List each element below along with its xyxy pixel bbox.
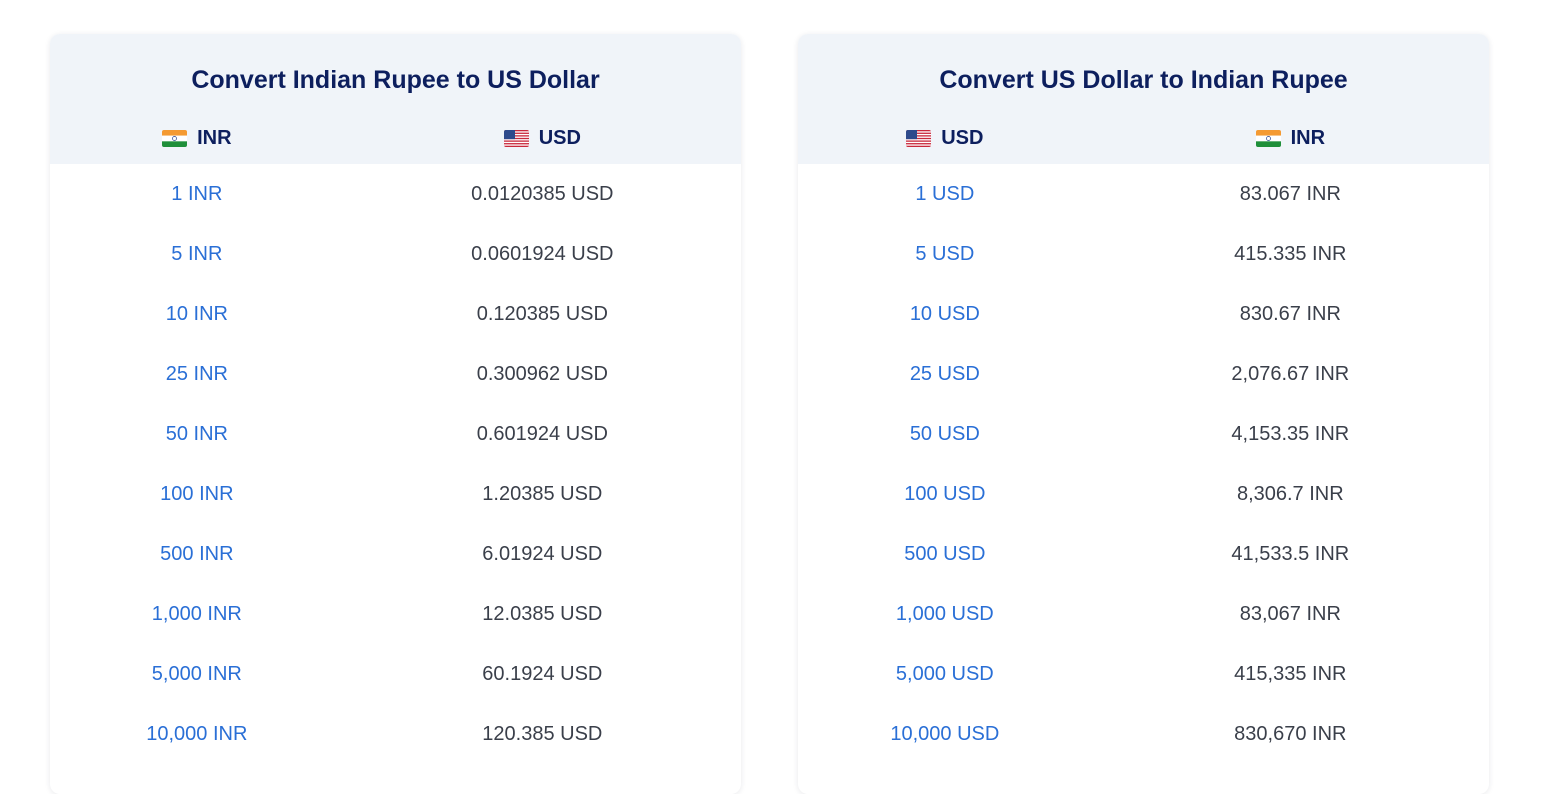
amount-link[interactable]: 25 INR	[50, 363, 344, 386]
us-flag-icon	[906, 129, 932, 147]
column-header-inr: INR	[50, 126, 344, 164]
table-row: 5 USD 415.335 INR	[798, 224, 1489, 284]
converted-value: 4,153.35 INR	[1231, 422, 1350, 445]
usd-to-inr-column-headers: USD INR	[798, 126, 1489, 164]
amount-link[interactable]: 5 INR	[50, 243, 344, 266]
table-row: 10 USD 830.67 INR	[798, 284, 1489, 344]
amount-link[interactable]: 100 INR	[50, 483, 344, 506]
table-row: 500 USD 41,533.5 INR	[798, 524, 1489, 584]
converted-value: 8,306.7 INR	[1236, 482, 1344, 505]
column-header-label: USD	[941, 126, 984, 149]
inr-to-usd-header: Convert Indian Rupee to US Dollar INR US…	[50, 34, 741, 164]
converted-value: 415.335 INR	[1234, 242, 1347, 265]
converted-value: 0.0601924 USD	[471, 242, 614, 265]
table-row: 50 INR 0.601924 USD	[50, 404, 741, 464]
table-row: 500 INR 6.01924 USD	[50, 524, 741, 584]
column-header-label: INR	[197, 126, 232, 149]
amount-link[interactable]: 500 INR	[50, 543, 344, 566]
converted-value: 0.0120385 USD	[471, 182, 614, 205]
table-row: 5,000 USD 415,335 INR	[798, 644, 1489, 704]
inr-to-usd-rows: 1 INR 0.0120385 USD 5 INR 0.0601924 USD …	[50, 164, 741, 764]
column-header-usd: USD	[344, 126, 741, 164]
converted-value: 415,335 INR	[1234, 662, 1347, 685]
usd-to-inr-rows: 1 USD 83.067 INR 5 USD 415.335 INR 10 US…	[798, 164, 1489, 764]
converted-value: 0.300962 USD	[476, 362, 608, 385]
table-row: 1,000 USD 83,067 INR	[798, 584, 1489, 644]
amount-link[interactable]: 10 INR	[50, 303, 344, 326]
inr-to-usd-card: Convert Indian Rupee to US Dollar INR US…	[50, 34, 741, 794]
table-row: 1 INR 0.0120385 USD	[50, 164, 741, 224]
amount-link[interactable]: 5,000 INR	[50, 663, 344, 686]
amount-link[interactable]: 10 USD	[798, 303, 1092, 326]
column-header-label: INR	[1290, 126, 1326, 149]
usd-to-inr-header: Convert US Dollar to Indian Rupee USD IN…	[798, 34, 1489, 164]
amount-link[interactable]: 1,000 USD	[798, 603, 1092, 626]
converted-value: 0.601924 USD	[476, 422, 608, 445]
converted-value: 6.01924 USD	[482, 542, 603, 565]
converted-value: 83.067 INR	[1239, 182, 1341, 205]
us-flag-icon	[503, 129, 529, 147]
inr-to-usd-title: Convert Indian Rupee to US Dollar	[191, 66, 600, 94]
usd-to-inr-card: Convert US Dollar to Indian Rupee USD IN…	[798, 34, 1489, 794]
table-row: 25 USD 2,076.67 INR	[798, 344, 1489, 404]
table-row: 100 INR 1.20385 USD	[50, 464, 741, 524]
converted-value: 41,533.5 INR	[1231, 542, 1350, 565]
column-header-inr: INR	[1092, 126, 1489, 164]
column-header-label: USD	[538, 126, 581, 149]
inr-to-usd-column-headers: INR USD	[50, 126, 741, 164]
converted-value: 830.67 INR	[1239, 302, 1341, 325]
india-flag-icon	[162, 129, 188, 147]
amount-link[interactable]: 10,000 USD	[798, 723, 1092, 746]
table-row: 25 INR 0.300962 USD	[50, 344, 741, 404]
converted-value: 2,076.67 INR	[1231, 362, 1350, 385]
amount-link[interactable]: 500 USD	[798, 543, 1092, 566]
converted-value: 1.20385 USD	[482, 482, 603, 505]
usd-to-inr-title: Convert US Dollar to Indian Rupee	[939, 66, 1348, 94]
converted-value: 60.1924 USD	[482, 662, 603, 685]
converter-tables: Convert Indian Rupee to US Dollar INR US…	[0, 0, 1555, 794]
table-row: 1 USD 83.067 INR	[798, 164, 1489, 224]
amount-link[interactable]: 1,000 INR	[50, 603, 344, 626]
amount-link[interactable]: 50 INR	[50, 423, 344, 446]
amount-link[interactable]: 100 USD	[798, 483, 1092, 506]
table-row: 1,000 INR 12.0385 USD	[50, 584, 741, 644]
amount-link[interactable]: 5,000 USD	[798, 663, 1092, 686]
converted-value: 83,067 INR	[1239, 602, 1341, 625]
table-row: 5,000 INR 60.1924 USD	[50, 644, 741, 704]
amount-link[interactable]: 50 USD	[798, 423, 1092, 446]
converted-value: 0.120385 USD	[476, 302, 608, 325]
amount-link[interactable]: 10,000 INR	[50, 723, 344, 746]
column-header-usd: USD	[798, 126, 1092, 164]
converted-value: 12.0385 USD	[482, 602, 603, 625]
table-row: 100 USD 8,306.7 INR	[798, 464, 1489, 524]
amount-link[interactable]: 5 USD	[798, 243, 1092, 266]
table-row: 5 INR 0.0601924 USD	[50, 224, 741, 284]
india-flag-icon	[1255, 129, 1281, 147]
table-row: 10 INR 0.120385 USD	[50, 284, 741, 344]
amount-link[interactable]: 1 INR	[50, 183, 344, 206]
converted-value: 830,670 INR	[1234, 722, 1347, 745]
converted-value: 120.385 USD	[482, 722, 603, 745]
table-row: 10,000 USD 830,670 INR	[798, 704, 1489, 764]
table-row: 50 USD 4,153.35 INR	[798, 404, 1489, 464]
amount-link[interactable]: 25 USD	[798, 363, 1092, 386]
table-row: 10,000 INR 120.385 USD	[50, 704, 741, 764]
amount-link[interactable]: 1 USD	[798, 183, 1092, 206]
